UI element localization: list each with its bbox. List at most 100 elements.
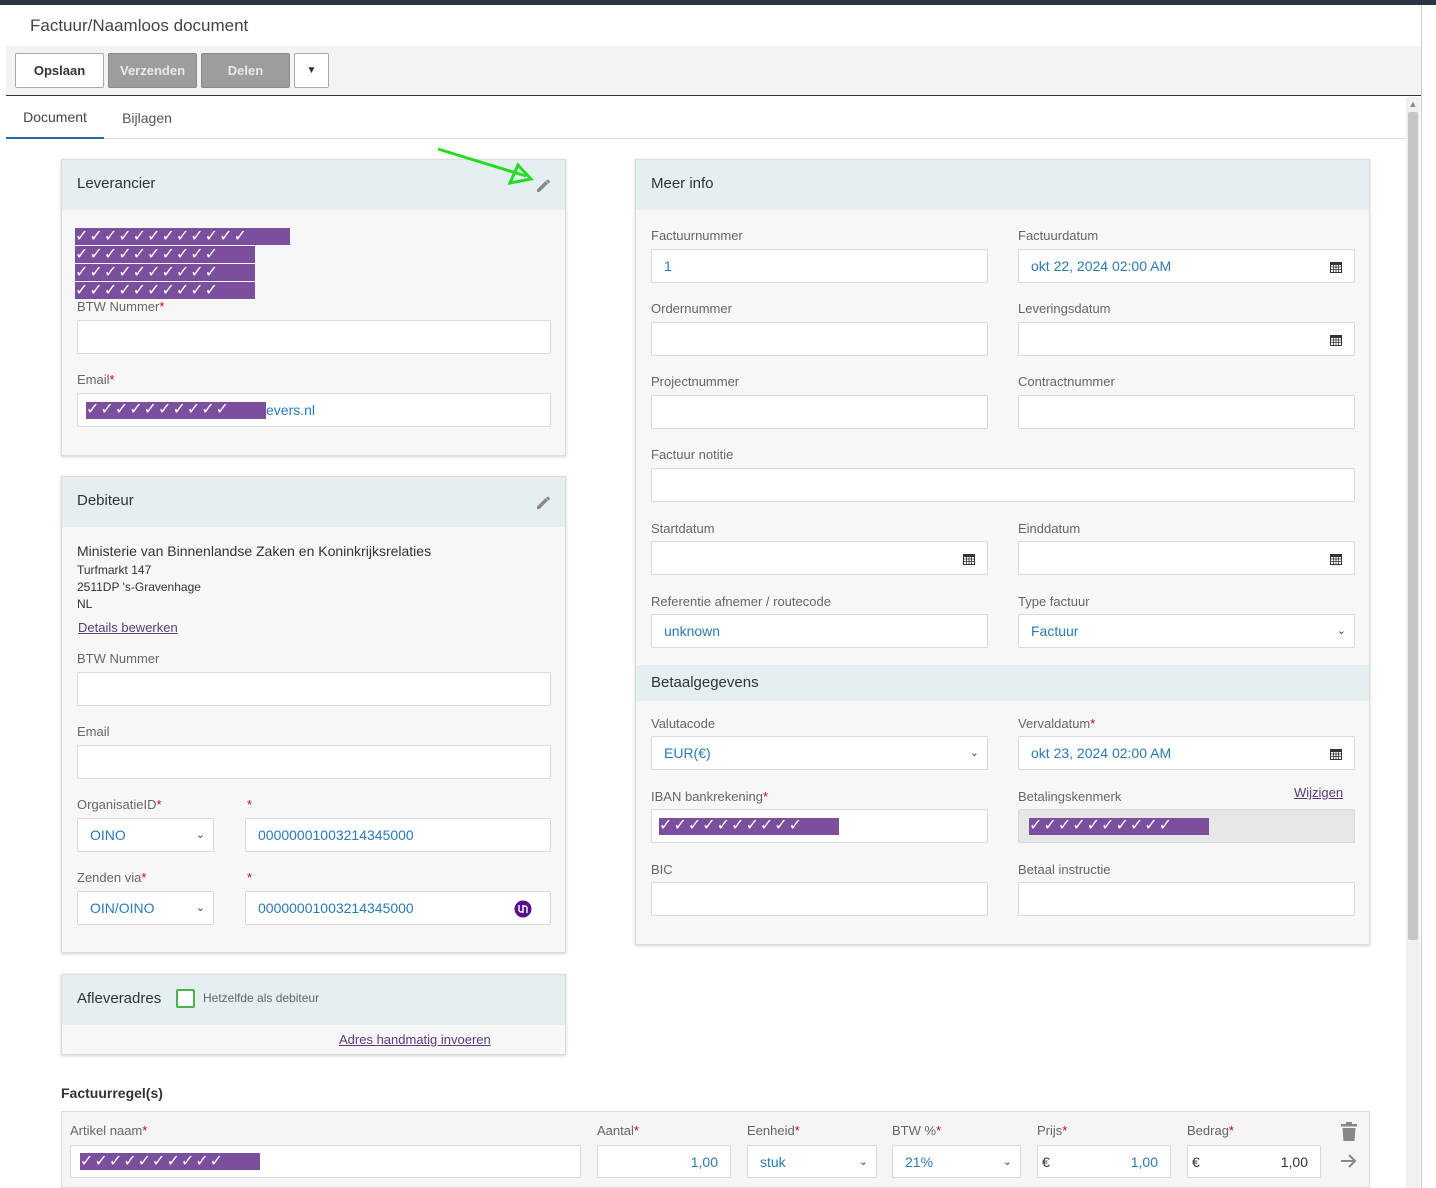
invoice-line-row: Artikel naam* ✓✓✓✓✓✓✓✓✓✓ Aantal* 1,00 Ee… — [61, 1111, 1370, 1188]
caret-down-icon: ▼ — [306, 65, 317, 76]
tab-document[interactable]: Document — [6, 97, 104, 139]
send-via-value-required-mark: * — [247, 870, 253, 885]
toolbar: Opslaan Verzenden Delen ▼ — [6, 46, 1421, 96]
tab-bar: Document Bijlagen — [6, 97, 1406, 139]
save-button[interactable]: Opslaan — [15, 53, 104, 88]
amount-label: Bedrag* — [1187, 1123, 1234, 1138]
quantity-label: Aantal* — [597, 1123, 639, 1138]
chevron-down-icon: ⌄ — [195, 829, 205, 841]
share-button[interactable]: Delen — [201, 53, 290, 88]
currency-label: Valutacode — [651, 716, 716, 731]
calendar-icon — [1330, 749, 1342, 760]
end-date-input[interactable] — [1018, 541, 1355, 575]
org-id-value-input[interactable]: 00000001003214345000 — [245, 818, 551, 852]
bic-input[interactable] — [651, 882, 988, 916]
supplier-email-input[interactable]: ✓✓✓✓✓✓✓✓✓✓ evers.nl — [77, 393, 551, 427]
supplier-card: Leverancier ✓✓✓✓✓✓✓✓✓✓✓✓ ✓✓✓✓✓✓✓✓✓✓ ✓✓✓✓… — [61, 159, 566, 456]
contract-number-input[interactable] — [1018, 395, 1355, 429]
unit-select[interactable]: stuk ⌄ — [747, 1145, 877, 1178]
window-right-edge — [1421, 5, 1436, 1188]
page-title: Factuur/Naamloos document — [30, 16, 249, 35]
vat-percent-select[interactable]: 21% ⌄ — [892, 1145, 1021, 1178]
iban-redacted: ✓✓✓✓✓✓✓✓✓✓ — [659, 817, 839, 835]
more-actions-button[interactable]: ▼ — [294, 53, 329, 88]
order-number-label: Ordernummer — [651, 301, 732, 316]
supplier-title: Leverancier — [77, 175, 156, 192]
iban-input[interactable]: ✓✓✓✓✓✓✓✓✓✓ — [651, 809, 988, 843]
payment-reference-label: Betalingskenmerk — [1018, 789, 1122, 804]
supplier-address-redacted: ✓✓✓✓✓✓✓✓✓✓ — [75, 264, 255, 281]
invoice-type-label: Type factuur — [1018, 594, 1090, 609]
invoice-number-input[interactable]: 1 — [651, 249, 988, 283]
amount-currency-symbol: € — [1192, 1153, 1200, 1170]
org-id-value-required-mark: * — [247, 797, 253, 812]
supplier-vat-label: BTW Nummer* — [77, 299, 165, 314]
supplier-email-label: Email* — [77, 372, 115, 387]
reference-input[interactable]: unknown — [651, 614, 988, 648]
send-via-value-input[interactable]: 00000001003214345000 — [245, 891, 551, 925]
article-name-label: Artikel naam* — [70, 1123, 148, 1138]
peppol-badge-icon — [514, 900, 532, 918]
calendar-icon — [1330, 554, 1342, 565]
change-payment-reference-link[interactable]: Wijzigen — [1294, 785, 1343, 800]
send-button[interactable]: Verzenden — [108, 53, 197, 88]
tab-attachments[interactable]: Bijlagen — [104, 97, 190, 139]
debtor-email-label: Email — [77, 724, 110, 739]
end-date-label: Einddatum — [1018, 521, 1081, 536]
invoice-note-input[interactable] — [651, 468, 1355, 502]
debtor-email-input[interactable] — [77, 745, 551, 779]
invoice-date-label: Factuurdatum — [1018, 228, 1099, 243]
trash-icon[interactable] — [1341, 1122, 1357, 1141]
price-label: Prijs* — [1037, 1123, 1068, 1138]
send-via-label: Zenden via* — [77, 870, 147, 885]
delivery-date-label: Leveringsdatum — [1018, 301, 1111, 316]
org-id-label: OrganisatieID* — [77, 797, 162, 812]
arrow-right-icon[interactable] — [1340, 1153, 1358, 1169]
page-header: Factuur/Naamloos document — [6, 5, 1421, 46]
debtor-country: NL — [77, 597, 93, 611]
pencil-icon[interactable] — [534, 175, 554, 195]
calendar-icon — [1330, 262, 1342, 273]
project-number-label: Projectnummer — [651, 374, 740, 389]
debtor-city: 2511DP 's-Gravenhage — [77, 580, 201, 594]
manual-address-link[interactable]: Adres handmatig invoeren — [339, 1032, 491, 1047]
payment-instruction-label: Betaal instructie — [1018, 862, 1111, 877]
scroll-up-icon[interactable]: ▲ — [1406, 97, 1420, 111]
org-id-type-select[interactable]: OINO ⌄ — [77, 818, 214, 852]
invoice-type-select[interactable]: Factuur ⌄ — [1018, 614, 1355, 648]
debtor-vat-input[interactable] — [77, 672, 551, 706]
amount-input[interactable]: € 1,00 — [1187, 1145, 1321, 1178]
same-as-debtor-label: Hetzelfde als debiteur — [203, 991, 320, 1005]
vat-percent-label: BTW %* — [892, 1123, 942, 1138]
due-date-label: Vervaldatum* — [1018, 716, 1096, 731]
article-name-input[interactable]: ✓✓✓✓✓✓✓✓✓✓ — [70, 1145, 581, 1178]
start-date-input[interactable] — [651, 541, 988, 575]
more-info-title: Meer info — [651, 175, 714, 192]
payment-instruction-input[interactable] — [1018, 882, 1355, 916]
calendar-icon — [1330, 335, 1342, 346]
order-number-input[interactable] — [651, 322, 988, 356]
chevron-down-icon: ⌄ — [1002, 1156, 1012, 1168]
delivery-date-input[interactable] — [1018, 322, 1355, 356]
price-input[interactable]: € 1,00 — [1037, 1145, 1171, 1178]
debtor-name: Ministerie van Binnenlandse Zaken en Kon… — [77, 543, 432, 559]
delivery-title: Afleveradres — [77, 990, 162, 1007]
currency-select[interactable]: EUR(€) ⌄ — [651, 736, 988, 770]
debtor-vat-label: BTW Nummer — [77, 651, 160, 666]
supplier-vat-input[interactable] — [77, 320, 551, 354]
supplier-address-redacted: ✓✓✓✓✓✓✓✓✓✓ — [75, 246, 255, 263]
debtor-card: Debiteur Ministerie van Binnenlandse Zak… — [61, 476, 566, 953]
article-name-redacted: ✓✓✓✓✓✓✓✓✓✓ — [80, 1153, 260, 1170]
scrollbar-thumb[interactable] — [1408, 112, 1418, 940]
project-number-input[interactable] — [651, 395, 988, 429]
chevron-down-icon: ⌄ — [1336, 625, 1346, 637]
edit-details-link[interactable]: Details bewerken — [78, 620, 178, 635]
quantity-input[interactable]: 1,00 — [597, 1145, 731, 1178]
annotation-arrow-icon — [437, 147, 534, 186]
invoice-date-input[interactable]: okt 22, 2024 02:00 AM — [1018, 249, 1355, 283]
email-redacted: ✓✓✓✓✓✓✓✓✓✓ — [86, 401, 266, 419]
send-via-type-select[interactable]: OIN/OINO ⌄ — [77, 891, 214, 925]
pencil-icon[interactable] — [534, 492, 554, 512]
due-date-input[interactable]: okt 23, 2024 02:00 AM — [1018, 736, 1355, 770]
same-as-debtor-checkbox[interactable] — [176, 989, 195, 1008]
